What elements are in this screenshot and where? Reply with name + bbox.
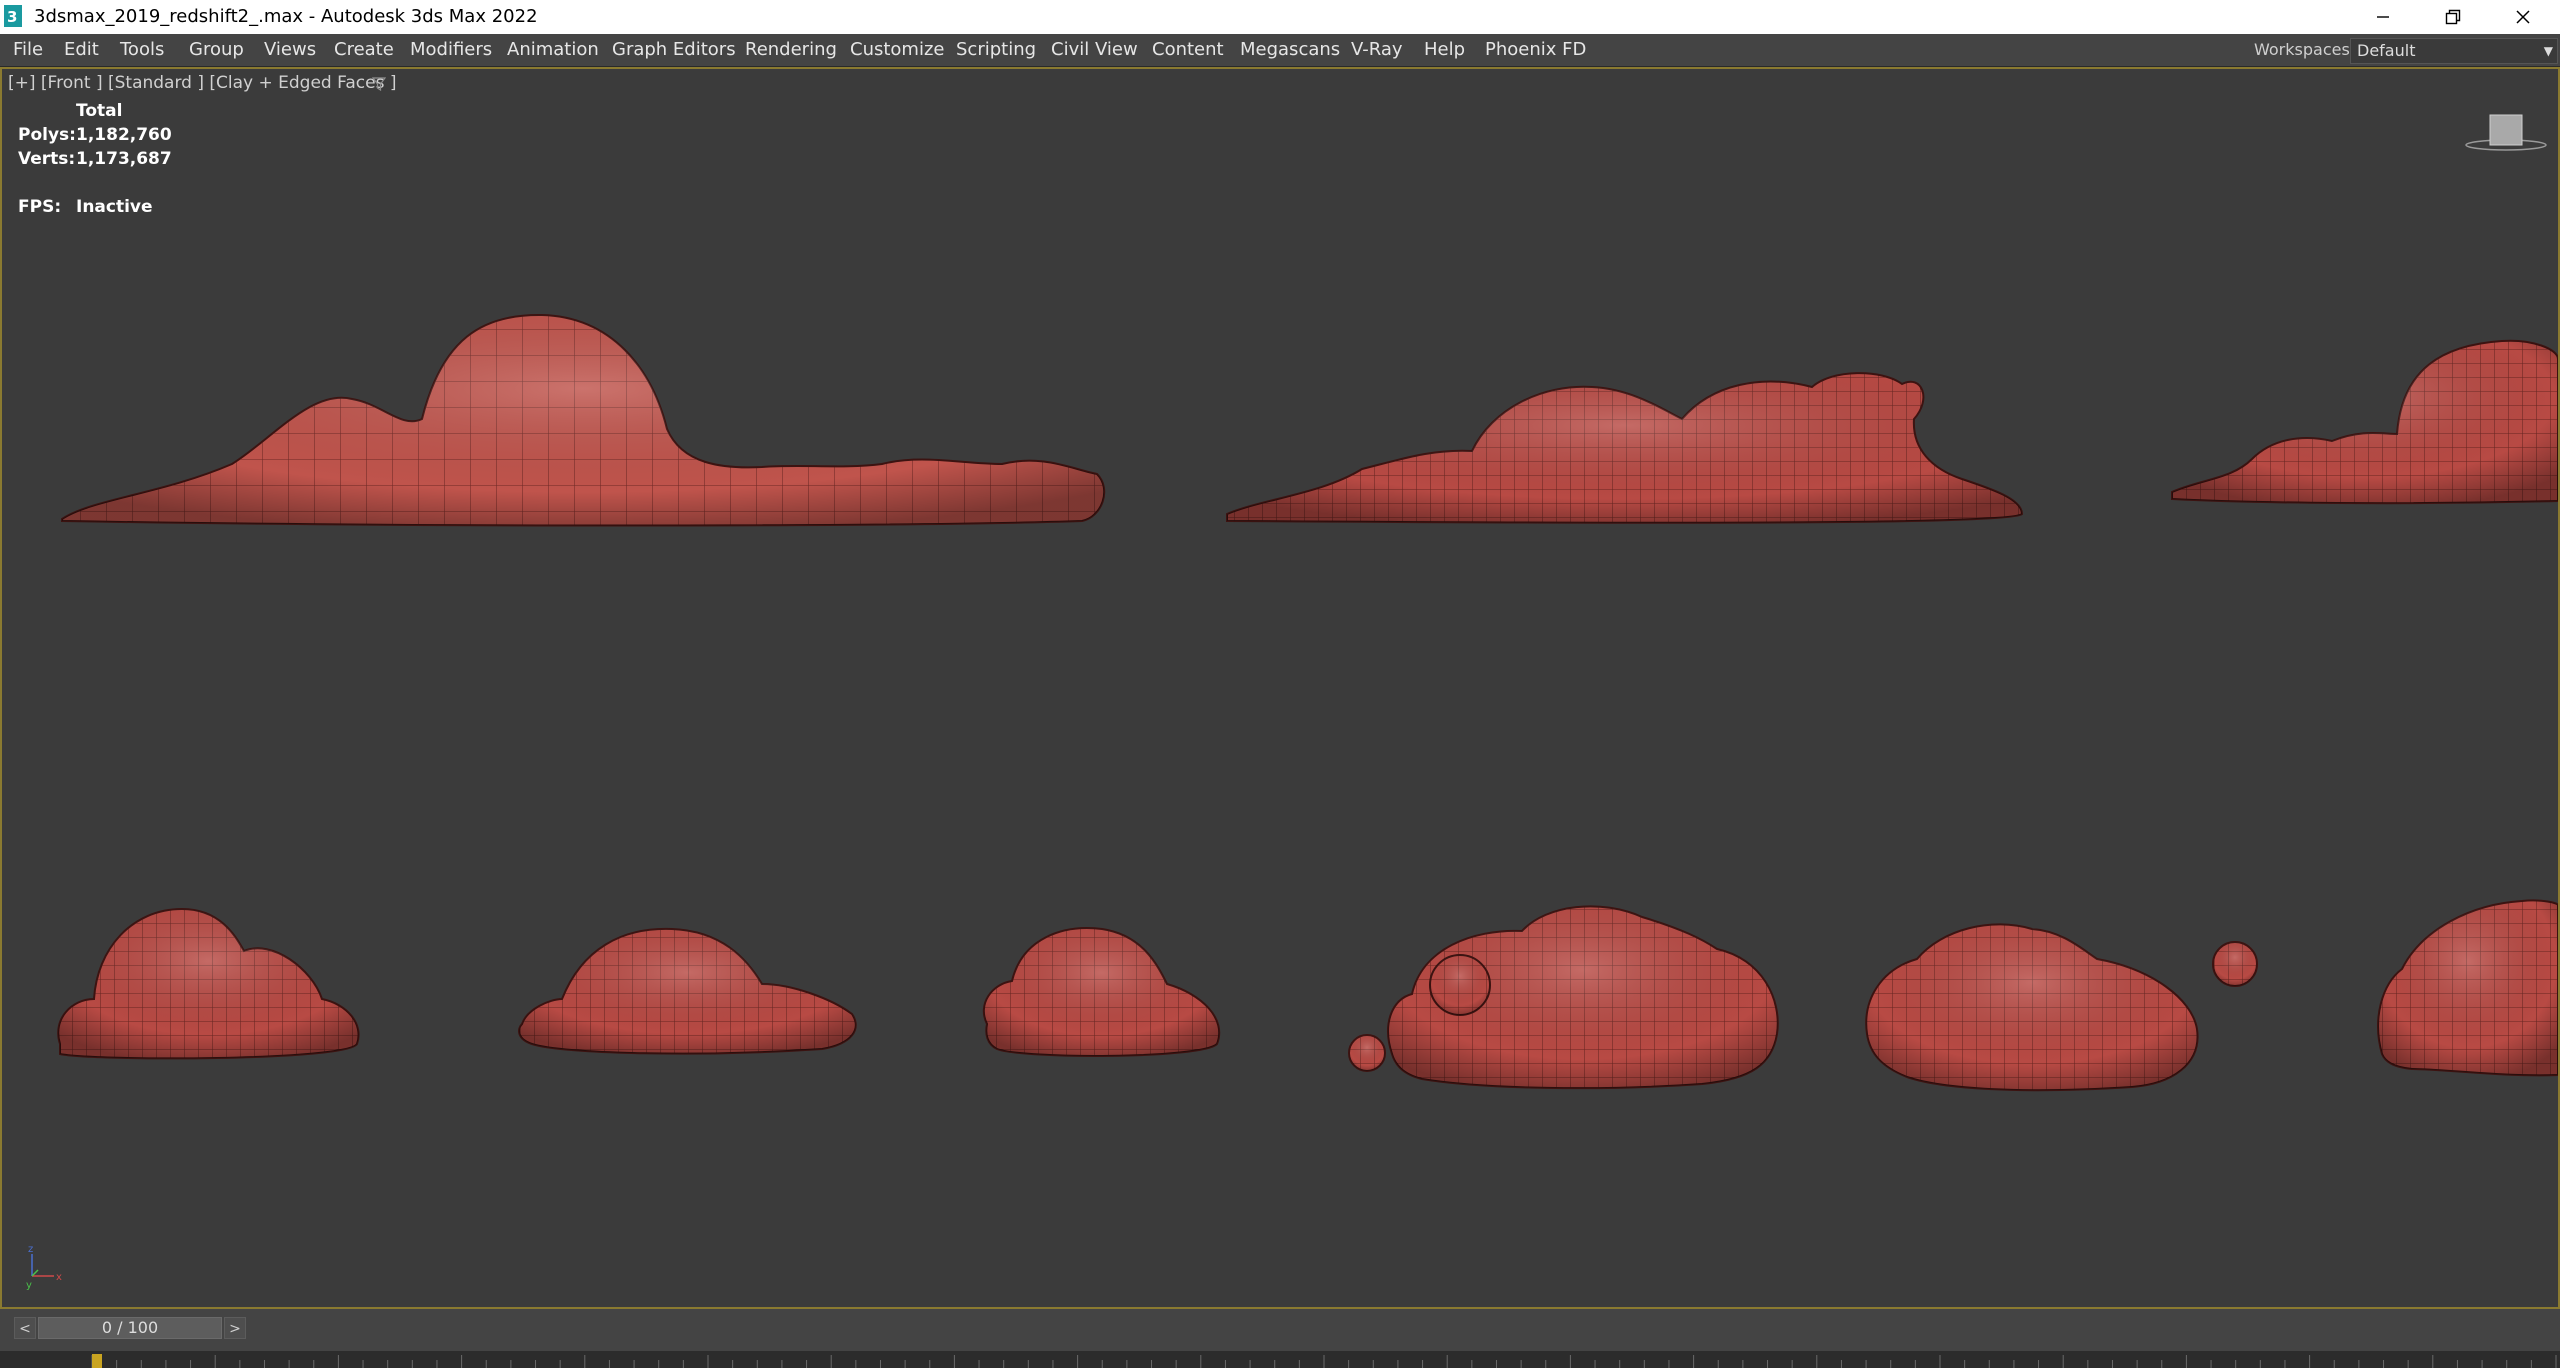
workspaces-dropdown[interactable]: Default ▼ <box>2350 38 2558 64</box>
front-viewport[interactable]: [+] [Front ] [Standard ] [Clay + Edged F… <box>0 67 2560 1309</box>
menu-animation[interactable]: Animation <box>507 34 599 66</box>
frame-counter: 0 / 100 <box>101 1318 159 1337</box>
chevron-down-icon: ▼ <box>2543 44 2553 58</box>
menu-civil-view[interactable]: Civil View <box>1051 34 1138 66</box>
menu-help[interactable]: Help <box>1424 34 1465 66</box>
cloud-mesh-8[interactable] <box>1865 923 2258 1092</box>
menu-edit[interactable]: Edit <box>64 34 99 66</box>
menu-content[interactable]: Content <box>1152 34 1224 66</box>
timeline-ticks <box>91 1355 2557 1368</box>
cloud-mesh-5[interactable] <box>518 927 857 1055</box>
viewport-label[interactable]: [+] [Front ] [Standard ] [Clay + Edged F… <box>8 73 396 93</box>
filter-icon[interactable] <box>372 77 386 91</box>
menu-file[interactable]: File <box>13 34 43 66</box>
prev-frame-label: < <box>19 1321 31 1337</box>
fps-label: FPS: <box>18 197 62 217</box>
cloud-mesh-9[interactable] <box>2377 899 2558 1077</box>
axis-gizmo-icon: z x y <box>26 1244 62 1290</box>
cloud-mesh-7[interactable] <box>1348 905 1779 1090</box>
workspaces-label: Workspaces: <box>2254 40 2356 59</box>
time-slider[interactable]: 0 / 100 <box>38 1317 222 1339</box>
cloud-mesh-2[interactable] <box>1226 372 2024 524</box>
menu-create[interactable]: Create <box>334 34 394 66</box>
3dsmax-app-icon: 3 <box>4 5 22 27</box>
stats-header: Total <box>76 101 123 121</box>
close-button[interactable] <box>2488 0 2558 34</box>
minimize-icon <box>2377 16 2389 18</box>
svg-text:z: z <box>28 1244 33 1255</box>
next-frame-label: > <box>229 1321 241 1337</box>
svg-text:y: y <box>26 1280 32 1290</box>
menu-graph-editors[interactable]: Graph Editors <box>612 34 736 66</box>
viewcube-icon[interactable] <box>2464 109 2548 153</box>
cloud-mesh-1[interactable] <box>61 313 1106 527</box>
timeline-track[interactable] <box>0 1351 2560 1368</box>
time-slider-bar: < 0 / 100 > <box>0 1309 2560 1368</box>
time-handle[interactable] <box>92 1354 102 1368</box>
minimize-button[interactable] <box>2348 0 2418 34</box>
cloud-meshes <box>57 313 2558 1092</box>
menu-scripting[interactable]: Scripting <box>956 34 1036 66</box>
restore-button[interactable] <box>2418 0 2488 34</box>
menu-bar: File Edit Tools Group Views Create Modif… <box>0 34 2560 67</box>
workspace-value: Default <box>2357 41 2416 60</box>
menu-customize[interactable]: Customize <box>850 34 944 66</box>
restore-icon <box>2445 9 2461 25</box>
title-bar: 3 3dsmax_2019_redshift2_.max - Autodesk … <box>0 0 2560 34</box>
fps-value: Inactive <box>76 197 153 217</box>
menu-vray[interactable]: V-Ray <box>1351 34 1403 66</box>
polys-label: Polys: <box>18 125 76 145</box>
window-title: 3dsmax_2019_redshift2_.max - Autodesk 3d… <box>34 6 538 27</box>
cloud-mesh-6[interactable] <box>982 927 1220 1057</box>
prev-frame-button[interactable]: < <box>14 1317 36 1339</box>
verts-label: Verts: <box>18 149 76 169</box>
menu-rendering[interactable]: Rendering <box>745 34 837 66</box>
polys-value: 1,182,760 <box>76 125 172 145</box>
svg-text:3: 3 <box>7 8 17 26</box>
verts-value: 1,173,687 <box>76 149 172 169</box>
menu-group[interactable]: Group <box>189 34 244 66</box>
cloud-mesh-4[interactable] <box>57 907 360 1060</box>
next-frame-button[interactable]: > <box>224 1317 246 1339</box>
menu-modifiers[interactable]: Modifiers <box>410 34 492 66</box>
menu-megascans[interactable]: Megascans <box>1240 34 1340 66</box>
cloud-mesh-3[interactable] <box>2171 339 2558 505</box>
menu-phoenix-fd[interactable]: Phoenix FD <box>1485 34 1586 66</box>
menu-views[interactable]: Views <box>264 34 316 66</box>
menu-tools[interactable]: Tools <box>120 34 164 66</box>
close-icon <box>2516 10 2530 24</box>
svg-text:x: x <box>56 1272 62 1283</box>
